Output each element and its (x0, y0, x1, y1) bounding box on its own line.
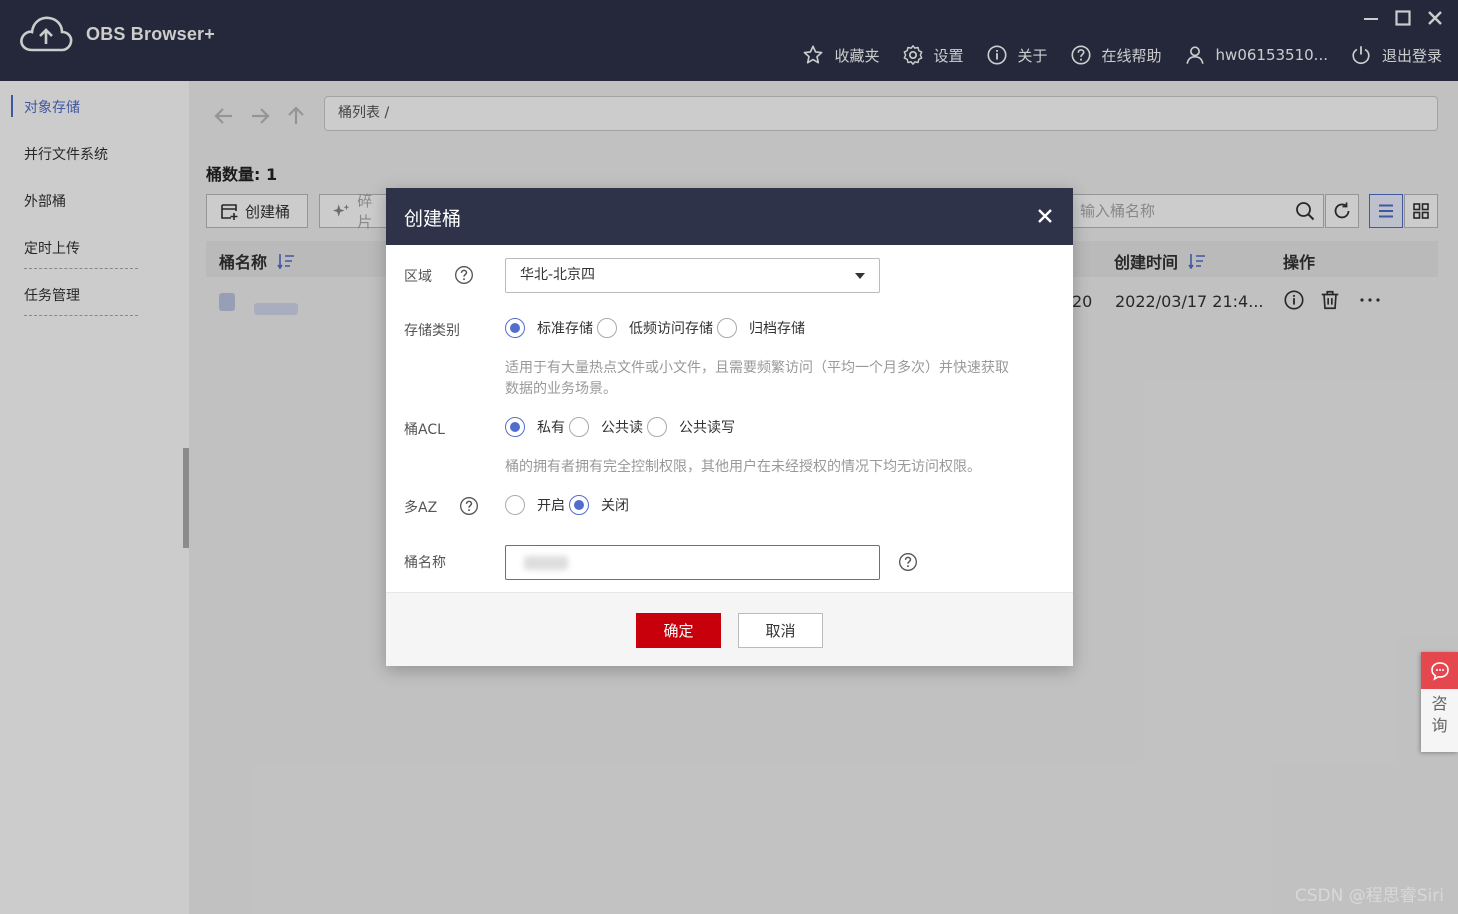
hint-line: 数据的业务场景。 (505, 381, 617, 397)
consult-widget[interactable]: 咨 询 (1421, 652, 1458, 752)
radio-circle (717, 318, 737, 338)
radio-infrequent-storage[interactable]: 低频访问存储 (597, 318, 713, 338)
radio-circle (597, 318, 617, 338)
watermark: CSDN @程思睿Siri (1294, 886, 1444, 906)
dialog-header: 创建桶 (386, 188, 1073, 245)
redacted-value (524, 556, 568, 570)
radio-label: 关闭 (601, 498, 629, 514)
consult-char: 咨 (1431, 694, 1448, 713)
multi-az-help-icon[interactable] (459, 496, 479, 516)
acl-label: 桶ACL (404, 422, 445, 438)
radio-circle (505, 318, 525, 338)
consult-label: 咨 询 (1421, 689, 1458, 737)
radio-label: 低频访问存储 (629, 321, 713, 337)
radio-label: 公共读写 (679, 420, 735, 436)
multi-az-label: 多AZ (404, 500, 438, 516)
radio-circle (505, 417, 525, 437)
radio-public-read[interactable]: 公共读 (569, 417, 643, 437)
region-value: 华北-北京四 (520, 267, 596, 283)
radio-az-on[interactable]: 开启 (505, 495, 565, 515)
radio-circle (569, 417, 589, 437)
radio-label: 标准存储 (537, 321, 593, 337)
chat-icon (1421, 652, 1458, 689)
radio-public-read-write[interactable]: 公共读写 (647, 417, 735, 437)
bucket-name-label: 桶名称 (404, 555, 446, 571)
storage-class-label: 存储类别 (404, 323, 460, 339)
radio-archive-storage[interactable]: 归档存储 (717, 318, 805, 338)
radio-label: 私有 (537, 420, 565, 436)
close-icon[interactable] (1035, 206, 1055, 226)
acl-hint: 桶的拥有者拥有完全控制权限，其他用户在未经授权的情况下均无访问权限。 (505, 459, 981, 475)
consult-char: 询 (1431, 716, 1448, 735)
acl-radio-group: 私有 公共读 公共读写 (505, 417, 739, 437)
radio-label: 归档存储 (749, 321, 805, 337)
radio-standard-storage[interactable]: 标准存储 (505, 318, 593, 338)
radio-label: 公共读 (601, 420, 643, 436)
radio-label: 开启 (537, 498, 565, 514)
radio-private[interactable]: 私有 (505, 417, 565, 437)
bucket-name-input[interactable] (505, 545, 880, 580)
multi-az-radio-group: 开启 关闭 (505, 495, 633, 515)
chevron-down-icon (855, 273, 865, 279)
confirm-button[interactable]: 确定 (636, 613, 721, 648)
cancel-button[interactable]: 取消 (738, 613, 823, 648)
create-bucket-dialog: 创建桶 区域 华北-北京四 存储类别 标准存储 低频访问存储 归档存储 适用于有… (386, 188, 1073, 666)
hint-line: 适用于有大量热点文件或小文件，且需要频繁访问（平均一个月多次）并快速获取 (505, 360, 1009, 376)
radio-circle (647, 417, 667, 437)
region-label: 区域 (404, 269, 432, 285)
storage-class-radio-group: 标准存储 低频访问存储 归档存储 (505, 318, 809, 338)
radio-az-off[interactable]: 关闭 (569, 495, 629, 515)
dialog-title: 创建桶 (404, 208, 462, 230)
bucket-name-help-icon[interactable] (898, 552, 918, 572)
region-select[interactable]: 华北-北京四 (505, 258, 880, 293)
storage-class-hint: 适用于有大量热点文件或小文件，且需要频繁访问（平均一个月多次）并快速获取 数据的… (505, 358, 1060, 400)
dialog-footer: 确定 取消 (386, 592, 1073, 666)
region-help-icon[interactable] (454, 265, 474, 285)
radio-circle (505, 495, 525, 515)
radio-circle (569, 495, 589, 515)
